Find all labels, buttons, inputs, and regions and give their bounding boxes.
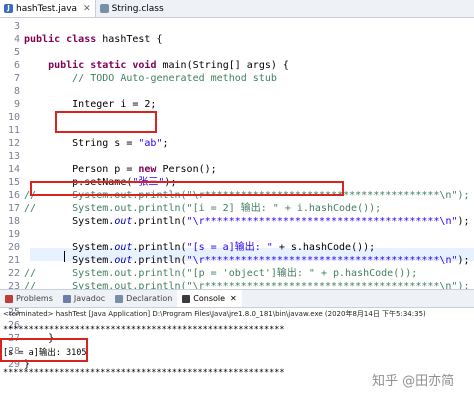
declaration-icon bbox=[115, 294, 124, 303]
code-line[interactable]: 7 // TODO Auto-generated method stub bbox=[0, 72, 474, 85]
javadoc-icon bbox=[62, 294, 71, 303]
watermark: 知乎 @田亦简 bbox=[372, 374, 455, 389]
console-stars-top: ****************************************… bbox=[3, 325, 285, 335]
close-icon[interactable]: ✕ bbox=[83, 4, 91, 14]
code-text: public static void main(String[] args) { bbox=[48, 60, 289, 71]
code-line[interactable]: 6 public static void main(String[] args)… bbox=[0, 59, 474, 72]
line-number: 13 bbox=[7, 151, 20, 162]
tab-label: String.class bbox=[111, 3, 164, 14]
view-tab-label: Javadoc bbox=[73, 294, 106, 303]
close-icon[interactable]: ✕ bbox=[230, 294, 237, 303]
code-line[interactable]: 4 public class hashTest { bbox=[0, 33, 474, 46]
code-text: // TODO Auto-generated method stub bbox=[72, 73, 277, 84]
code-line[interactable]: 14 Person p = new Person(); bbox=[0, 163, 474, 176]
view-tab-problems[interactable]: Problems bbox=[0, 290, 58, 307]
line-number: 6 bbox=[13, 60, 20, 71]
tab-label: hashTest.java bbox=[16, 3, 78, 14]
view-tab-label: Declaration bbox=[126, 294, 173, 303]
line-number: 22 bbox=[7, 268, 20, 279]
code-text: System.out.println("\r******************… bbox=[24, 255, 470, 266]
editor-tab-bar: J hashTest.java ✕ String.class bbox=[0, 0, 474, 18]
view-tab-javadoc[interactable]: Javadoc bbox=[58, 290, 110, 307]
line-number: 9 bbox=[13, 99, 20, 110]
line-number: 5 bbox=[13, 47, 20, 58]
view-tab-console[interactable]: Console ✕ bbox=[177, 290, 242, 307]
view-tab-label: Console bbox=[193, 294, 226, 303]
code-line[interactable]: 17 // System.out.println("[i = 2] 输出: " +… bbox=[0, 202, 474, 215]
code-line[interactable]: 8 bbox=[0, 85, 474, 98]
views-tab-bar: Problems Javadoc Declaration Console ✕ bbox=[0, 289, 474, 308]
code-line[interactable]: 19 bbox=[0, 228, 474, 241]
line-number: 17 bbox=[7, 203, 20, 214]
code-line[interactable]: 21 System.out.println("\r***************… bbox=[0, 254, 474, 267]
problems-icon bbox=[5, 294, 13, 303]
code-line[interactable]: 3 bbox=[0, 20, 474, 33]
line-number: 20 bbox=[7, 242, 20, 253]
highlight-box-output bbox=[0, 338, 88, 362]
java-file-icon: J bbox=[4, 4, 13, 13]
line-number: 7 bbox=[13, 73, 20, 84]
line-number: 10 bbox=[7, 112, 20, 123]
code-line[interactable]: 13 bbox=[0, 150, 474, 163]
tab-string-class[interactable]: String.class bbox=[96, 0, 168, 17]
code-text: // System.out.println("[p = 'object']输出:… bbox=[24, 268, 418, 279]
line-number: 3 bbox=[13, 21, 20, 32]
view-tab-declaration[interactable]: Declaration bbox=[110, 290, 177, 307]
code-text: Integer i = 2; bbox=[24, 99, 157, 110]
code-text: String s = "ab"; bbox=[24, 138, 169, 149]
line-number: 8 bbox=[13, 86, 20, 97]
terminated-label: <terminated> hashTest [Java Application]… bbox=[3, 310, 426, 318]
line-number: 16 bbox=[7, 190, 20, 201]
code-line[interactable]: 9 Integer i = 2; bbox=[0, 98, 474, 111]
code-line[interactable]: 22 // System.out.println("[p = 'object']输… bbox=[0, 267, 474, 280]
line-number: 4 bbox=[13, 34, 20, 45]
code-text: System.out.println("\r******************… bbox=[24, 216, 470, 227]
code-text: System.out.println("[s = a]输出: " + s.has… bbox=[24, 242, 376, 253]
line-number: 15 bbox=[7, 177, 20, 188]
code-line[interactable]: 18 System.out.println("\r***************… bbox=[0, 215, 474, 228]
line-number: 19 bbox=[7, 229, 20, 240]
code-editor[interactable]: 3 4 public class hashTest {5 6 public stati… bbox=[0, 18, 474, 370]
line-number: 11 bbox=[7, 125, 20, 136]
code-text: public class hashTest { bbox=[24, 34, 163, 45]
console-icon bbox=[182, 294, 191, 303]
line-number: 14 bbox=[7, 164, 20, 175]
code-line[interactable]: 20 System.out.println("[s = a]输出: " + s.… bbox=[0, 241, 474, 254]
code-text: Person p = new Person(); bbox=[24, 164, 217, 175]
highlight-box-println-line bbox=[30, 181, 344, 196]
highlight-box-string-decl bbox=[55, 111, 157, 133]
code-text: // System.out.println("[i = 2] 输出: " + i… bbox=[24, 203, 382, 214]
code-line[interactable]: 12 String s = "ab"; bbox=[0, 137, 474, 150]
line-number: 12 bbox=[7, 138, 20, 149]
console-stars-bottom: ****************************************… bbox=[3, 368, 285, 378]
code-line[interactable]: 5 bbox=[0, 46, 474, 59]
class-file-icon bbox=[99, 4, 109, 13]
view-tab-label: Problems bbox=[16, 294, 53, 303]
line-number: 21 bbox=[7, 255, 20, 266]
tab-hashtest-java[interactable]: J hashTest.java ✕ bbox=[0, 0, 96, 17]
line-number: 18 bbox=[7, 216, 20, 227]
